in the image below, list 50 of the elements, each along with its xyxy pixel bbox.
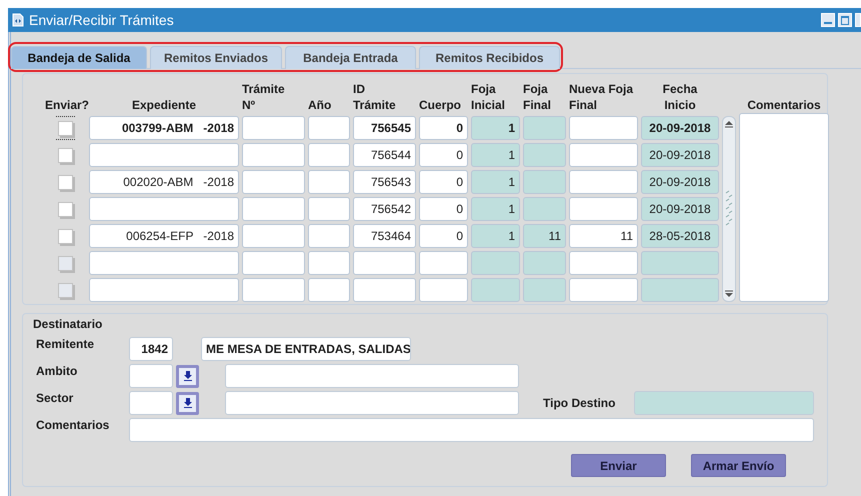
section-title: Destinatario bbox=[33, 317, 104, 331]
table-cell[interactable]: 753464 bbox=[353, 224, 416, 248]
table-cell[interactable]: 1 bbox=[471, 170, 520, 194]
action-button[interactable]: Enviar bbox=[571, 454, 666, 477]
table-cell[interactable]: 1 bbox=[471, 224, 520, 248]
column-header: Cuerpo bbox=[419, 97, 462, 113]
window-title: Enviar/Recibir Trámites bbox=[29, 12, 174, 28]
table-cell[interactable]: 0 bbox=[419, 224, 468, 248]
column-header: Expediente bbox=[130, 97, 198, 113]
table-cell[interactable]: 20-09-2018 bbox=[641, 170, 719, 194]
table-cell[interactable]: 756545 bbox=[353, 116, 416, 140]
column-header: Trámite Nº bbox=[242, 81, 286, 113]
table-cell[interactable]: 0 bbox=[419, 197, 468, 221]
table-cell[interactable]: 756543 bbox=[353, 170, 416, 194]
table-cell[interactable]: 006254-EFP -2018 bbox=[89, 224, 239, 248]
column-header: ID Trámite bbox=[353, 81, 397, 113]
tab[interactable]: Bandeja Entrada bbox=[285, 46, 416, 69]
table-cell[interactable]: 756544 bbox=[353, 143, 416, 167]
field-label: Comentarios bbox=[35, 418, 110, 432]
table-cell[interactable]: 11 bbox=[523, 224, 566, 248]
field-label: Tipo Destino bbox=[543, 396, 616, 410]
column-header: Foja Inicial bbox=[471, 81, 506, 113]
table-cell[interactable]: 1 bbox=[471, 143, 520, 167]
field-label: Ambito bbox=[35, 364, 78, 378]
column-header: Enviar? bbox=[45, 97, 86, 113]
column-header: Nueva Foja Final bbox=[569, 81, 634, 113]
table-cell[interactable]: 20-09-2018 bbox=[641, 116, 719, 140]
column-header: Año bbox=[308, 97, 332, 113]
column-header: Comentarios bbox=[746, 97, 822, 113]
table-cell[interactable]: 003799-ABM -2018 bbox=[89, 116, 239, 140]
table-cell[interactable]: 002020-ABM -2018 bbox=[89, 170, 239, 194]
table-cell[interactable]: 756542 bbox=[353, 197, 416, 221]
column-header: Fecha Inicio bbox=[662, 81, 698, 113]
field-label: Remitente bbox=[35, 337, 96, 351]
table-cell[interactable]: 0 bbox=[419, 170, 468, 194]
column-header: Foja Final bbox=[523, 81, 552, 113]
tab[interactable]: Remitos Recibidos bbox=[419, 46, 560, 69]
table-cell[interactable]: 28-05-2018 bbox=[641, 224, 719, 248]
table-cell[interactable]: 11 bbox=[569, 224, 638, 248]
table-cell[interactable]: 1 bbox=[471, 197, 520, 221]
input-field[interactable]: 1842 bbox=[129, 337, 173, 361]
tab[interactable]: Remitos Enviados bbox=[150, 46, 282, 69]
tab[interactable]: Bandeja de Salida bbox=[11, 46, 147, 69]
table-cell[interactable]: 20-09-2018 bbox=[641, 197, 719, 221]
table-cell[interactable]: 0 bbox=[419, 143, 468, 167]
action-button[interactable]: Armar Envío bbox=[691, 454, 786, 477]
table-cell[interactable]: 20-09-2018 bbox=[641, 143, 719, 167]
table-cell[interactable]: 0 bbox=[419, 116, 468, 140]
table-cell[interactable]: 1 bbox=[471, 116, 520, 140]
field-label: Sector bbox=[35, 391, 74, 405]
